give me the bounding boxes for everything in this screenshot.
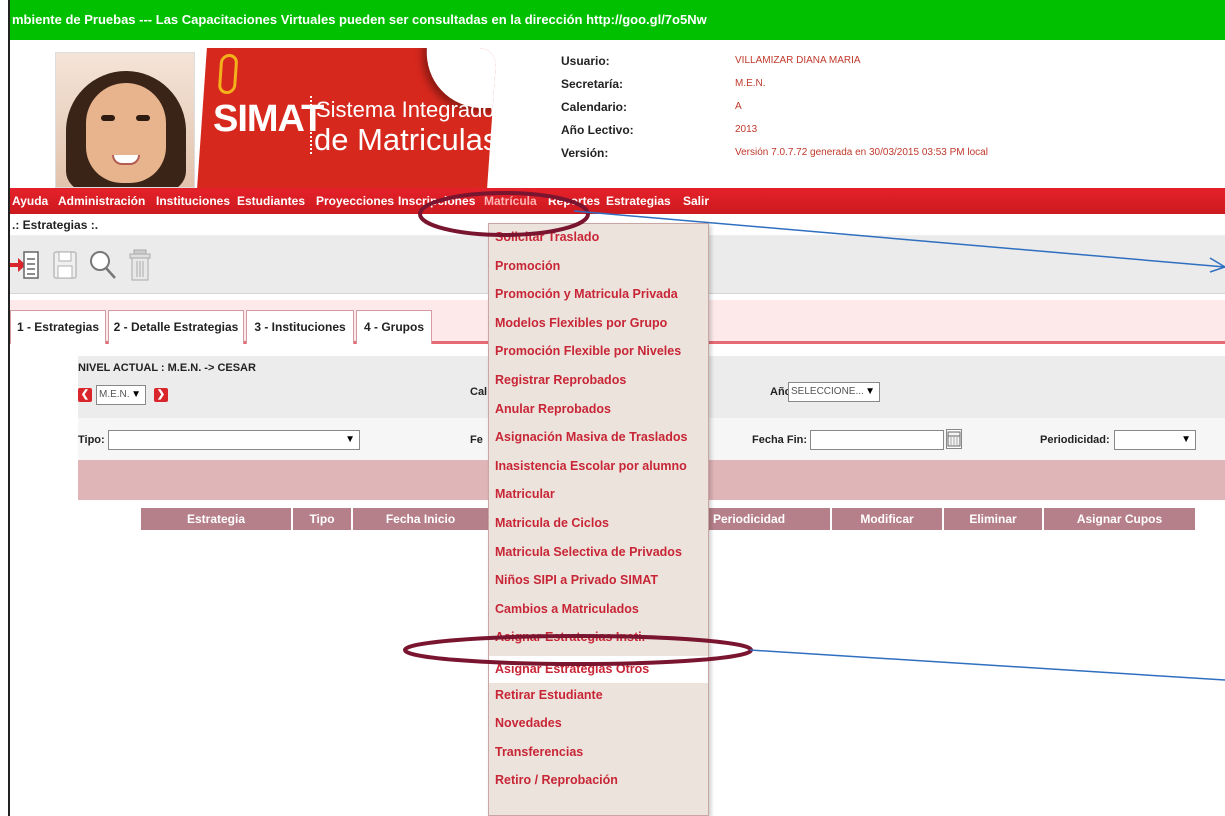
header: SIMAT Sistema Integrado de Matriculas Us… [10, 40, 1225, 188]
menu-item-retiro-reprobacion[interactable]: Retiro / Reprobación [495, 773, 618, 787]
tab-grupos[interactable]: 4 - Grupos [356, 310, 432, 344]
menu-item-anular-reprobados[interactable]: Anular Reprobados [495, 402, 611, 416]
tab-detalle-estrategias[interactable]: 2 - Detalle Estrategias [108, 310, 244, 344]
logo-line-2: de Matriculas [314, 122, 499, 157]
col-fecha-inicio: Fecha Inicio [353, 508, 488, 530]
col-modificar: Modificar [832, 508, 942, 530]
fecha-fin-input[interactable] [810, 430, 944, 450]
col-tipo: Tipo [293, 508, 351, 530]
anio-lectivo-value: 2013 [735, 124, 758, 135]
menu-item-novedades[interactable]: Novedades [495, 716, 562, 730]
menu-item-solicitar-traslado[interactable]: Solicitar Traslado [495, 230, 599, 244]
periodicidad-label: Periodicidad: [1040, 434, 1110, 446]
menu-item-promocion-flexible[interactable]: Promoción Flexible por Niveles [495, 344, 681, 358]
secretaria-label: Secretaría: [561, 77, 624, 91]
save-icon[interactable] [50, 248, 80, 282]
menu-item-modelos-flexibles[interactable]: Modelos Flexibles por Grupo [495, 316, 667, 330]
menu-estrategias[interactable]: Estrategias [606, 194, 671, 208]
matricula-dropdown-menu: Solicitar Traslado Promoción Promoción y… [488, 223, 709, 816]
logo-word: SIMAT [213, 98, 324, 140]
user-value: VILLAMIZAR DIANA MARIA [735, 55, 861, 66]
calendario-filter-label: Cal [470, 386, 488, 398]
menu-salir[interactable]: Salir [683, 194, 709, 208]
menu-item-asignar-estrategias-otros[interactable]: Asignar Estrategias Otros [489, 656, 708, 683]
menu-item-ninos-sipi[interactable]: Niños SIPI a Privado SIMAT [495, 573, 658, 587]
periodicidad-select[interactable]: ▼ [1114, 430, 1196, 450]
tipo-label: Tipo: [78, 434, 105, 446]
next-level-icon[interactable]: ❯ [154, 388, 168, 402]
prev-level-icon[interactable]: ❮ [78, 388, 92, 402]
menu-item-asignar-estrategias-insti[interactable]: Asignar Estrategias Insti. [495, 630, 645, 644]
new-document-icon[interactable] [10, 248, 40, 282]
nivel-actual-label: NIVEL ACTUAL : M.E.N. -> CESAR [78, 362, 256, 374]
menu-administracion[interactable]: Administración [58, 194, 145, 208]
menu-item-transferencias[interactable]: Transferencias [495, 745, 583, 759]
menu-instituciones[interactable]: Instituciones [156, 194, 230, 208]
tab-estrategias[interactable]: 1 - Estrategias [10, 310, 106, 344]
menu-item-registrar-reprobados[interactable]: Registrar Reprobados [495, 373, 626, 387]
col-estrategia: Estrategia [141, 508, 291, 530]
version-value: Versión 7.0.7.72 generada en 30/03/2015 … [735, 147, 988, 158]
menu-item-cambios-matriculados[interactable]: Cambios a Matriculados [495, 602, 639, 616]
col-asignar-cupos: Asignar Cupos [1044, 508, 1195, 530]
fecha-inicio-label: Fe [470, 434, 483, 446]
breadcrumb: .: Estrategias :. [12, 218, 99, 232]
delete-icon[interactable] [126, 248, 156, 282]
anio-lectivo-label: Año Lectivo: [561, 123, 634, 137]
col-eliminar: Eliminar [944, 508, 1042, 530]
menu-estudiantes[interactable]: Estudiantes [237, 194, 305, 208]
fecha-fin-label: Fecha Fin: [752, 434, 808, 446]
calendar-icon[interactable] [946, 429, 962, 449]
test-environment-banner: mbiente de Pruebas --- Las Capacitacione… [10, 0, 1225, 40]
anio-select[interactable]: SELECCIONE... ▼ [788, 382, 880, 402]
menu-reportes[interactable]: Reportes [548, 194, 600, 208]
menu-ayuda[interactable]: Ayuda [12, 194, 48, 208]
menu-item-promocion[interactable]: Promoción [495, 259, 560, 273]
menu-item-matricula-ciclos[interactable]: Matricula de Ciclos [495, 516, 609, 530]
menu-inscripciones[interactable]: Inscripciones [398, 194, 475, 208]
app-window: mbiente de Pruebas --- Las Capacitacione… [8, 0, 1225, 816]
paperclip-icon [217, 54, 239, 94]
secretaria-value: M.E.N. [735, 78, 766, 89]
col-periodicidad: Periodicidad [709, 508, 830, 530]
calendario-label: Calendario: [561, 100, 628, 114]
menu-matricula[interactable]: Matrícula [484, 194, 537, 208]
menu-item-retirar-estudiante[interactable]: Retirar Estudiante [495, 688, 603, 702]
menu-item-matricular[interactable]: Matricular [495, 487, 555, 501]
version-label: Versión: [561, 146, 609, 160]
search-icon[interactable] [88, 248, 118, 282]
student-photo [55, 52, 195, 188]
menu-item-inasistencia[interactable]: Inasistencia Escolar por alumno [495, 459, 687, 473]
menu-item-matricula-selectiva[interactable]: Matricula Selectiva de Privados [495, 545, 682, 559]
nivel-select[interactable]: M.E.N. ▼ [96, 385, 146, 405]
tipo-select[interactable]: ▼ [108, 430, 360, 450]
calendario-value: A [735, 101, 742, 112]
logo-line-1: Sistema Integrado [316, 97, 495, 122]
menu-item-promocion-matricula-privada[interactable]: Promoción y Matricula Privada [495, 287, 678, 301]
menu-item-asignacion-masiva[interactable]: Asignación Masiva de Traslados [495, 430, 687, 444]
tab-instituciones[interactable]: 3 - Instituciones [246, 310, 354, 344]
menu-proyecciones[interactable]: Proyecciones [316, 194, 394, 208]
user-label: Usuario: [561, 54, 610, 68]
main-menu-bar: Ayuda Administración Instituciones Estud… [10, 188, 1225, 214]
